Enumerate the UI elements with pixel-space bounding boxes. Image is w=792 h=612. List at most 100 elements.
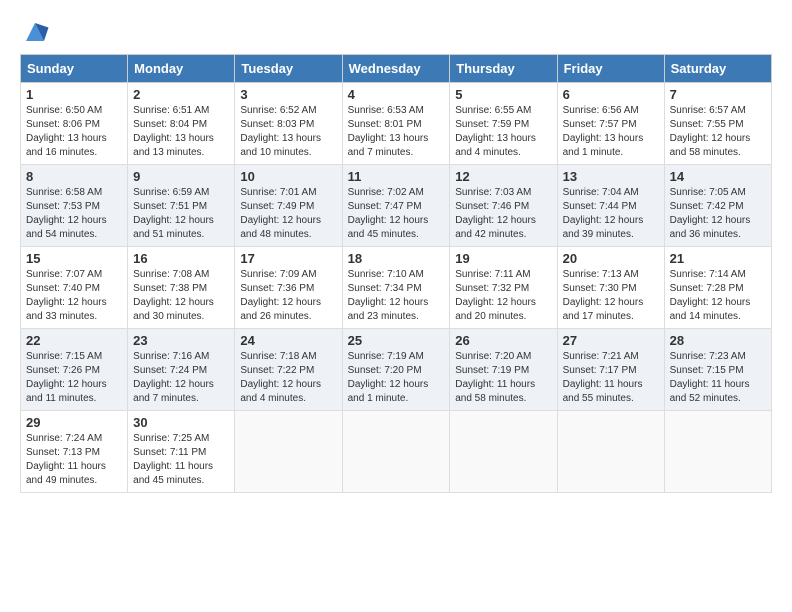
sunrise-label: Sunrise: 7:03 AM xyxy=(455,187,531,198)
day-number: 9 xyxy=(133,169,229,184)
sunrise-label: Sunrise: 7:08 AM xyxy=(133,269,209,280)
calendar-cell: 21 Sunrise: 7:14 AM Sunset: 7:28 PM Dayl… xyxy=(664,247,771,329)
sunset-label: Sunset: 7:42 PM xyxy=(670,201,744,212)
day-number: 16 xyxy=(133,251,229,266)
daylight-label: Daylight: 12 hours and 45 minutes. xyxy=(348,215,429,240)
sunrise-label: Sunrise: 6:56 AM xyxy=(563,105,639,116)
week-row-5: 29 Sunrise: 7:24 AM Sunset: 7:13 PM Dayl… xyxy=(21,411,772,493)
calendar-cell: 10 Sunrise: 7:01 AM Sunset: 7:49 PM Dayl… xyxy=(235,165,342,247)
sunset-label: Sunset: 7:40 PM xyxy=(26,283,100,294)
sunrise-label: Sunrise: 7:07 AM xyxy=(26,269,102,280)
sunset-label: Sunset: 7:20 PM xyxy=(348,365,422,376)
daylight-label: Daylight: 12 hours and 7 minutes. xyxy=(133,379,214,404)
sunrise-label: Sunrise: 6:57 AM xyxy=(670,105,746,116)
calendar-cell: 11 Sunrise: 7:02 AM Sunset: 7:47 PM Dayl… xyxy=(342,165,450,247)
sunrise-label: Sunrise: 7:04 AM xyxy=(563,187,639,198)
calendar-cell: 14 Sunrise: 7:05 AM Sunset: 7:42 PM Dayl… xyxy=(664,165,771,247)
day-info: Sunrise: 6:53 AM Sunset: 8:01 PM Dayligh… xyxy=(348,104,445,160)
calendar-cell xyxy=(342,411,450,493)
day-number: 7 xyxy=(670,87,766,102)
week-row-1: 1 Sunrise: 6:50 AM Sunset: 8:06 PM Dayli… xyxy=(21,83,772,165)
day-info: Sunrise: 6:59 AM Sunset: 7:51 PM Dayligh… xyxy=(133,186,229,242)
weekday-header-friday: Friday xyxy=(557,55,664,83)
day-number: 30 xyxy=(133,415,229,430)
daylight-label: Daylight: 12 hours and 4 minutes. xyxy=(240,379,321,404)
calendar-cell: 24 Sunrise: 7:18 AM Sunset: 7:22 PM Dayl… xyxy=(235,329,342,411)
sunset-label: Sunset: 7:11 PM xyxy=(133,447,206,458)
day-number: 2 xyxy=(133,87,229,102)
day-info: Sunrise: 7:07 AM Sunset: 7:40 PM Dayligh… xyxy=(26,268,122,324)
sunset-label: Sunset: 8:06 PM xyxy=(26,119,100,130)
calendar-cell xyxy=(235,411,342,493)
day-number: 21 xyxy=(670,251,766,266)
sunrise-label: Sunrise: 7:23 AM xyxy=(670,351,746,362)
sunrise-label: Sunrise: 6:58 AM xyxy=(26,187,102,198)
sunset-label: Sunset: 7:28 PM xyxy=(670,283,744,294)
daylight-label: Daylight: 12 hours and 42 minutes. xyxy=(455,215,536,240)
calendar-cell: 8 Sunrise: 6:58 AM Sunset: 7:53 PM Dayli… xyxy=(21,165,128,247)
daylight-label: Daylight: 13 hours and 16 minutes. xyxy=(26,133,107,158)
sunset-label: Sunset: 7:46 PM xyxy=(455,201,529,212)
day-info: Sunrise: 7:02 AM Sunset: 7:47 PM Dayligh… xyxy=(348,186,445,242)
calendar-cell: 18 Sunrise: 7:10 AM Sunset: 7:34 PM Dayl… xyxy=(342,247,450,329)
sunset-label: Sunset: 7:59 PM xyxy=(455,119,529,130)
daylight-label: Daylight: 12 hours and 17 minutes. xyxy=(563,297,644,322)
day-number: 25 xyxy=(348,333,445,348)
day-number: 1 xyxy=(26,87,122,102)
calendar-cell: 22 Sunrise: 7:15 AM Sunset: 7:26 PM Dayl… xyxy=(21,329,128,411)
sunrise-label: Sunrise: 6:53 AM xyxy=(348,105,424,116)
day-info: Sunrise: 7:11 AM Sunset: 7:32 PM Dayligh… xyxy=(455,268,551,324)
calendar-cell: 9 Sunrise: 6:59 AM Sunset: 7:51 PM Dayli… xyxy=(128,165,235,247)
day-number: 15 xyxy=(26,251,122,266)
day-number: 28 xyxy=(670,333,766,348)
day-number: 5 xyxy=(455,87,551,102)
calendar-cell: 26 Sunrise: 7:20 AM Sunset: 7:19 PM Dayl… xyxy=(450,329,557,411)
sunrise-label: Sunrise: 7:11 AM xyxy=(455,269,530,280)
day-info: Sunrise: 7:01 AM Sunset: 7:49 PM Dayligh… xyxy=(240,186,336,242)
day-info: Sunrise: 7:21 AM Sunset: 7:17 PM Dayligh… xyxy=(563,350,659,406)
day-info: Sunrise: 7:24 AM Sunset: 7:13 PM Dayligh… xyxy=(26,432,122,488)
day-number: 26 xyxy=(455,333,551,348)
day-info: Sunrise: 7:23 AM Sunset: 7:15 PM Dayligh… xyxy=(670,350,766,406)
day-info: Sunrise: 7:14 AM Sunset: 7:28 PM Dayligh… xyxy=(670,268,766,324)
daylight-label: Daylight: 12 hours and 54 minutes. xyxy=(26,215,107,240)
day-info: Sunrise: 7:20 AM Sunset: 7:19 PM Dayligh… xyxy=(455,350,551,406)
day-number: 8 xyxy=(26,169,122,184)
calendar-cell xyxy=(450,411,557,493)
daylight-label: Daylight: 11 hours and 58 minutes. xyxy=(455,379,535,404)
sunset-label: Sunset: 7:26 PM xyxy=(26,365,100,376)
sunrise-label: Sunrise: 6:50 AM xyxy=(26,105,102,116)
sunrise-label: Sunrise: 7:14 AM xyxy=(670,269,746,280)
calendar-cell: 15 Sunrise: 7:07 AM Sunset: 7:40 PM Dayl… xyxy=(21,247,128,329)
sunrise-label: Sunrise: 7:16 AM xyxy=(133,351,209,362)
daylight-label: Daylight: 12 hours and 14 minutes. xyxy=(670,297,751,322)
weekday-header-monday: Monday xyxy=(128,55,235,83)
day-number: 10 xyxy=(240,169,336,184)
daylight-label: Daylight: 12 hours and 26 minutes. xyxy=(240,297,321,322)
calendar-table: SundayMondayTuesdayWednesdayThursdayFrid… xyxy=(20,54,772,493)
daylight-label: Daylight: 12 hours and 39 minutes. xyxy=(563,215,644,240)
day-info: Sunrise: 7:16 AM Sunset: 7:24 PM Dayligh… xyxy=(133,350,229,406)
day-info: Sunrise: 6:56 AM Sunset: 7:57 PM Dayligh… xyxy=(563,104,659,160)
day-info: Sunrise: 6:52 AM Sunset: 8:03 PM Dayligh… xyxy=(240,104,336,160)
sunset-label: Sunset: 7:47 PM xyxy=(348,201,422,212)
daylight-label: Daylight: 11 hours and 45 minutes. xyxy=(133,461,213,486)
day-number: 11 xyxy=(348,169,445,184)
calendar-cell: 5 Sunrise: 6:55 AM Sunset: 7:59 PM Dayli… xyxy=(450,83,557,165)
sunrise-label: Sunrise: 7:21 AM xyxy=(563,351,639,362)
weekday-header-row: SundayMondayTuesdayWednesdayThursdayFrid… xyxy=(21,55,772,83)
day-info: Sunrise: 7:13 AM Sunset: 7:30 PM Dayligh… xyxy=(563,268,659,324)
daylight-label: Daylight: 12 hours and 1 minute. xyxy=(348,379,429,404)
sunrise-label: Sunrise: 7:18 AM xyxy=(240,351,316,362)
calendar-cell: 7 Sunrise: 6:57 AM Sunset: 7:55 PM Dayli… xyxy=(664,83,771,165)
day-number: 19 xyxy=(455,251,551,266)
calendar-cell: 19 Sunrise: 7:11 AM Sunset: 7:32 PM Dayl… xyxy=(450,247,557,329)
sunset-label: Sunset: 7:38 PM xyxy=(133,283,207,294)
sunrise-label: Sunrise: 6:52 AM xyxy=(240,105,316,116)
weekday-header-tuesday: Tuesday xyxy=(235,55,342,83)
daylight-label: Daylight: 12 hours and 23 minutes. xyxy=(348,297,429,322)
day-info: Sunrise: 7:09 AM Sunset: 7:36 PM Dayligh… xyxy=(240,268,336,324)
day-info: Sunrise: 7:15 AM Sunset: 7:26 PM Dayligh… xyxy=(26,350,122,406)
day-number: 22 xyxy=(26,333,122,348)
calendar-cell: 20 Sunrise: 7:13 AM Sunset: 7:30 PM Dayl… xyxy=(557,247,664,329)
